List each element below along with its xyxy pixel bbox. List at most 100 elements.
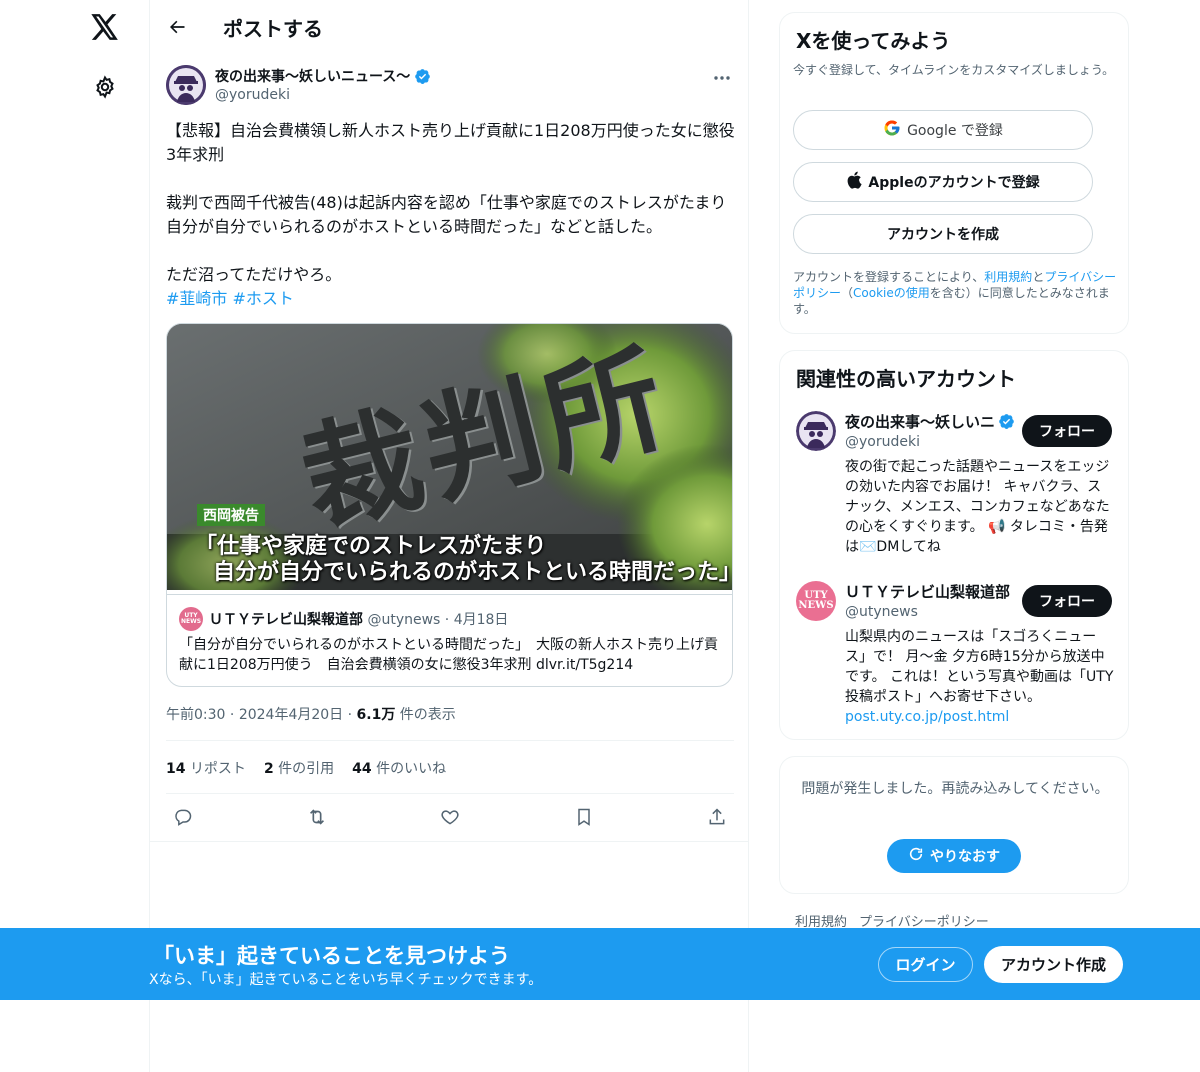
tweet-author: 夜の出来事〜妖しいニュース〜 @yorudeki xyxy=(166,64,734,108)
account-name-text: 夜の出来事〜妖しいニ xyxy=(845,413,996,431)
timestamp-dot-2: · xyxy=(347,707,353,723)
bookmark-icon[interactable] xyxy=(571,804,597,830)
legal-paren: （ xyxy=(841,286,854,300)
author-handle[interactable]: @yorudeki xyxy=(215,87,290,103)
quote-handle: @utynews xyxy=(367,612,441,628)
related-title: 関連性の高いアカウント xyxy=(796,367,1016,391)
news-photo[interactable]: 裁判所 西岡被告 「仕事や家庭でのストレスがたまり 自分が自分でいられるのがホス… xyxy=(167,324,733,590)
follow-button[interactable]: フォロー xyxy=(1022,415,1112,447)
like-heart-icon[interactable] xyxy=(437,804,463,830)
x-logo-icon[interactable] xyxy=(87,9,123,45)
quote-avatar: UTY NEWS xyxy=(179,607,203,631)
tweet-text: 【悲報】自治会費横領し新人ホスト売り上げ貢献に1日208万円使った女に懲役3年求… xyxy=(166,121,735,284)
retry-label: やりなおす xyxy=(930,849,1000,865)
apple-signup-button[interactable]: Appleのアカウントで登録 xyxy=(793,162,1093,202)
likes-count: 44 xyxy=(352,761,372,777)
quote-separator: · xyxy=(444,612,450,628)
more-options-icon[interactable] xyxy=(710,68,734,88)
account-bio-link[interactable]: post.uty.co.jp/post.html xyxy=(845,709,1009,725)
apple-icon xyxy=(846,171,862,193)
views-label: 件の表示 xyxy=(399,707,456,723)
related-account[interactable]: UTY NEWS ＵＴＹテレビ山梨報道部 @utynews フォロー 山梨県内の… xyxy=(796,581,1114,731)
page-header: ポストする xyxy=(150,0,750,53)
quoted-post[interactable]: UTY NEWS ＵＴＹテレビ山梨報道部 @utynews · 4月18日 「自… xyxy=(167,594,732,686)
signup-title: Xを使ってみよう xyxy=(796,29,951,53)
account-avatar[interactable] xyxy=(796,411,836,451)
create-account-label: アカウントを作成 xyxy=(887,227,999,243)
refresh-icon xyxy=(908,846,924,866)
banner-subtitle: Xなら、「いま」起きていることをいち早くチェックできます。 xyxy=(149,972,543,988)
error-message: 問題が発生しました。再読み込みしてください。 xyxy=(801,781,1109,797)
google-icon xyxy=(883,119,901,141)
account-bio: 山梨県内のニュースは「スゴろくニュース」で！ 月〜金 夕方6時15分から放送中で… xyxy=(845,627,1115,727)
account-avatar[interactable]: UTY NEWS xyxy=(796,581,836,621)
reply-icon[interactable] xyxy=(170,804,196,830)
create-account-button[interactable]: アカウントを作成 xyxy=(793,214,1093,254)
repost-icon[interactable] xyxy=(304,804,330,830)
likes-stat[interactable]: 44 件のいいね xyxy=(352,758,446,778)
main-column: ポストする 夜の出来事〜妖しいニュース〜 @yorudeki 【悲報】自治会費横… xyxy=(149,0,749,1072)
share-icon[interactable] xyxy=(704,804,730,830)
login-banner: 「いま」起きていることを見つけよう Xなら、「いま」起きていることをいち早くチェ… xyxy=(0,928,1200,1000)
account-handle[interactable]: @utynews xyxy=(845,604,918,620)
quote-text: 「自分が自分でいられるのがホストといる時間だった」 大阪の新人ホスト売り上げ貢献… xyxy=(179,637,718,673)
follow-button[interactable]: フォロー xyxy=(1022,585,1112,617)
likes-label: 件のいいね xyxy=(376,761,447,777)
tweet-body: 【悲報】自治会費横領し新人ホスト売り上げ貢献に1日208万円使った女に懲役3年求… xyxy=(166,119,738,311)
author-avatar[interactable] xyxy=(166,65,206,105)
related-accounts-box: 関連性の高いアカウント 夜の出来事〜妖しいニ @yorudeki フォロー 夜の… xyxy=(779,350,1129,740)
terms-link[interactable]: 利用規約 xyxy=(984,270,1032,284)
account-handle[interactable]: @yorudeki xyxy=(845,434,920,450)
google-signup-button[interactable]: Google で登録 xyxy=(793,110,1093,150)
media-card[interactable]: 裁判所 西岡被告 「仕事や家庭でのストレスがたまり 自分が自分でいられるのがホス… xyxy=(166,323,733,687)
author-name-text: 夜の出来事〜妖しいニュース〜 xyxy=(215,69,411,85)
quotes-stat[interactable]: 2 件の引用 xyxy=(264,758,334,778)
account-bio: 夜の街で起こった話題やニュースをエッジの効いた内容でお届け！ キャバクラ、スナッ… xyxy=(845,459,1110,555)
banner-title: 「いま」起きていることを見つけよう xyxy=(153,944,510,968)
verified-badge-icon xyxy=(998,413,1015,430)
tweet-timestamp: 午前0:30 · 2024年4月20日 · 6.1万 件の表示 xyxy=(166,704,456,724)
reposts-stat[interactable]: 14 リポスト xyxy=(166,758,246,778)
back-arrow-icon[interactable] xyxy=(164,14,190,40)
apple-signup-label: Appleのアカウントで登録 xyxy=(868,175,1040,191)
timestamp-dot: · xyxy=(229,707,235,723)
left-nav xyxy=(0,0,150,1072)
tweet-time[interactable]: 午前0:30 xyxy=(166,707,225,723)
tweet-date[interactable]: 2024年4月20日 xyxy=(239,707,343,723)
signup-box: Xを使ってみよう 今すぐ登録して、タイムラインをカスタマイズしましょう。 Goo… xyxy=(779,12,1129,334)
quote-author-name: ＵＴＹテレビ山梨報道部 xyxy=(209,612,363,628)
legal-notice: アカウントを登録することにより、利用規約とプライバシーポリシー（Cookieの使… xyxy=(793,269,1119,317)
retry-button[interactable]: やりなおす xyxy=(887,839,1021,873)
divider xyxy=(150,841,748,842)
quotes-label: 件の引用 xyxy=(278,761,335,777)
caption-label: 西岡被告 xyxy=(197,504,265,526)
page-title: ポストする xyxy=(223,17,323,41)
signup-subtitle: 今すぐ登録して、タイムラインをカスタマイズしましょう。 xyxy=(793,63,1115,77)
divider xyxy=(166,793,734,794)
verified-badge-icon xyxy=(414,68,431,85)
error-box: 問題が発生しました。再読み込みしてください。 やりなおす xyxy=(779,756,1129,894)
account-name[interactable]: 夜の出来事〜妖しいニ xyxy=(845,411,1015,432)
action-bar xyxy=(166,804,734,832)
quote-header: ＵＴＹテレビ山梨報道部 @utynews · 4月18日 xyxy=(209,609,508,629)
google-signup-label: Google で登録 xyxy=(907,123,1003,139)
related-account[interactable]: 夜の出来事〜妖しいニ @yorudeki フォロー 夜の街で起こった話題やニュー… xyxy=(796,411,1114,561)
quotes-count: 2 xyxy=(263,761,274,777)
legal-prefix: アカウントを登録することにより、 xyxy=(793,270,985,284)
quote-date: 4月18日 xyxy=(453,612,509,628)
tweet-hashtags[interactable]: #韮崎市 #ホスト xyxy=(166,289,294,308)
reposts-label: リポスト xyxy=(189,761,246,777)
legal-and: と xyxy=(1032,270,1045,284)
engagement-stats: 14 リポスト 2 件の引用 44 件のいいね xyxy=(166,758,446,778)
author-name[interactable]: 夜の出来事〜妖しいニュース〜 xyxy=(215,66,431,86)
views-count: 6.1万 xyxy=(356,707,396,723)
login-button[interactable]: ログイン xyxy=(878,947,973,982)
account-avatar-text: UTY NEWS xyxy=(798,590,834,611)
cookie-link[interactable]: Cookieの使用 xyxy=(853,286,930,300)
caption-line-2: 自分が自分でいられるのがホストといる時間だった」 xyxy=(213,560,733,585)
gear-icon[interactable] xyxy=(90,72,120,102)
account-name[interactable]: ＵＴＹテレビ山梨報道部 xyxy=(845,581,1015,602)
signup-button[interactable]: アカウント作成 xyxy=(984,946,1123,983)
reposts-count: 14 xyxy=(166,761,186,777)
account-bio-text: 山梨県内のニュースは「スゴろくニュース」で！ 月〜金 夕方6時15分から放送中で… xyxy=(845,629,1114,705)
